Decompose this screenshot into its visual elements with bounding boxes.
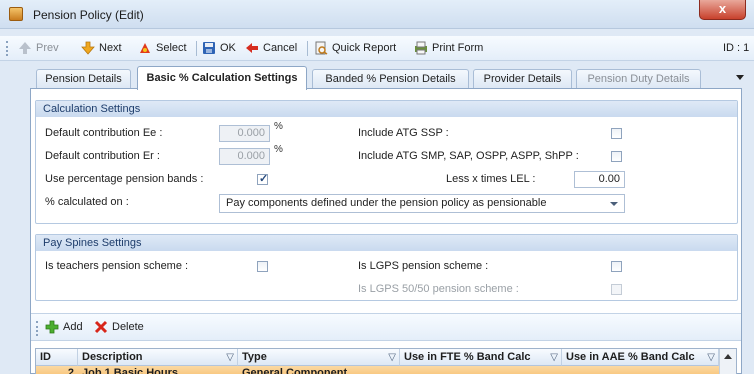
- filter-icon[interactable]: ▽: [550, 349, 558, 365]
- lel-label: Less x times LEL :: [446, 173, 536, 185]
- column-header-aae[interactable]: Use in AAE % Band Calc ▽: [562, 349, 719, 366]
- scroll-up-icon[interactable]: [724, 354, 732, 359]
- table-row[interactable]: 2 Job 1 Basic Hours General Component: [36, 366, 736, 374]
- print-form-button[interactable]: Print Form: [414, 40, 483, 57]
- er-label: Default contribution Er :: [45, 150, 160, 162]
- grid-toolbar-grip[interactable]: [36, 321, 39, 336]
- quick-report-button[interactable]: Quick Report: [314, 40, 396, 57]
- tab-pension-details[interactable]: Pension Details: [36, 69, 131, 89]
- select-button[interactable]: Select: [138, 40, 187, 57]
- up-arrow-icon: [19, 42, 31, 55]
- components-grid: ID Description ▽ Type ▽ Use in FTE % Band …: [35, 348, 737, 374]
- ok-label: OK: [220, 42, 236, 54]
- print-form-label: Print Form: [432, 42, 484, 54]
- er-percent-sign: %: [274, 144, 283, 155]
- select-label: Select: [156, 42, 187, 54]
- tab-basic-calculation-settings[interactable]: Basic % Calculation Settings: [137, 66, 307, 90]
- next-button[interactable]: Next: [81, 40, 122, 57]
- pay-spines-heading: Pay Spines Settings: [36, 235, 737, 251]
- tab-pension-duty-details[interactable]: Pension Duty Details: [576, 69, 701, 89]
- save-disk-icon: [203, 42, 215, 55]
- pay-spines-group: Pay Spines Settings Is teachers pension …: [35, 234, 738, 301]
- bands-label: Use percentage pension bands :: [45, 173, 204, 185]
- prev-label: Prev: [36, 42, 59, 54]
- calculated-on-select[interactable]: Pay components defined under the pension…: [219, 194, 625, 213]
- filter-icon[interactable]: ▽: [707, 349, 715, 365]
- report-icon: [315, 41, 328, 55]
- column-header-fte[interactable]: Use in FTE % Band Calc ▽: [400, 349, 562, 366]
- lgps-scheme-checkbox[interactable]: [611, 261, 622, 272]
- column-header-type[interactable]: Type ▽: [238, 349, 400, 366]
- atg-ssp-label: Include ATG SSP :: [358, 127, 449, 139]
- tab-banded-pension-details[interactable]: Banded % Pension Details: [312, 69, 469, 89]
- app-icon: [9, 7, 23, 21]
- er-contribution-input[interactable]: 0.000: [219, 148, 270, 165]
- ee-percent-sign: %: [274, 121, 283, 132]
- main-toolbar: Prev Next Select OK Cancel Quick Report …: [0, 36, 754, 61]
- pension-policy-window: Pension Policy (Edit) x Prev Next Select…: [0, 0, 754, 374]
- tab-strip: Pension Details Basic % Calculation Sett…: [0, 62, 754, 90]
- column-header-id-label: ID: [40, 351, 51, 363]
- calculation-settings-heading: Calculation Settings: [36, 101, 737, 117]
- delete-x-icon: [94, 321, 108, 334]
- row-description: Job 1 Basic Hours: [82, 367, 178, 374]
- row-id: 2: [67, 367, 74, 374]
- title-bar: Pension Policy (Edit) x: [0, 0, 754, 29]
- teachers-scheme-checkbox[interactable]: [257, 261, 268, 272]
- row-type: General Component: [242, 367, 348, 374]
- add-button[interactable]: Add: [45, 319, 83, 336]
- ee-contribution-input[interactable]: 0.000: [219, 125, 270, 142]
- include-atg-ssp-checkbox[interactable]: [611, 128, 622, 139]
- close-button[interactable]: x: [699, 0, 746, 20]
- toolbar-separator: [196, 41, 197, 56]
- column-header-description[interactable]: Description ▽: [78, 349, 238, 366]
- quick-report-label: Quick Report: [332, 42, 397, 54]
- lgps-5050-label: Is LGPS 50/50 pension scheme :: [358, 283, 519, 295]
- ee-label: Default contribution Ee :: [45, 127, 163, 139]
- teachers-label: Is teachers pension scheme :: [45, 260, 189, 272]
- column-header-type-label: Type: [242, 351, 267, 363]
- add-label: Add: [63, 321, 83, 333]
- grid-toolbar: Add Delete: [31, 313, 741, 341]
- calculated-on-label: % calculated on :: [45, 196, 129, 208]
- next-label: Next: [99, 42, 122, 54]
- tab-provider-details[interactable]: Provider Details: [473, 69, 572, 89]
- calculated-on-value: Pay components defined under the pension…: [226, 197, 547, 209]
- grid-scrollbar[interactable]: [719, 349, 736, 374]
- toolbar-separator: [307, 41, 308, 56]
- filter-icon[interactable]: ▽: [226, 349, 234, 365]
- ok-button[interactable]: OK: [202, 40, 236, 57]
- tab-overflow-chevron-icon[interactable]: [736, 75, 744, 80]
- cancel-button[interactable]: Cancel: [245, 40, 297, 57]
- use-percentage-bands-checkbox[interactable]: [257, 172, 268, 185]
- delete-button[interactable]: Delete: [94, 319, 144, 336]
- tab-page: Calculation Settings Default contributio…: [30, 88, 742, 374]
- window-title: Pension Policy (Edit): [33, 8, 144, 22]
- atg-smp-label: Include ATG SMP, SAP, OSPP, ASPP, ShPP :: [358, 150, 579, 162]
- back-arrow-icon: [246, 43, 258, 54]
- prev-button[interactable]: Prev: [18, 40, 59, 57]
- lgps-label: Is LGPS pension scheme :: [358, 260, 489, 272]
- delete-label: Delete: [112, 321, 144, 333]
- column-header-aae-label: Use in AAE % Band Calc: [566, 351, 695, 363]
- lgps-5050-checkbox[interactable]: [611, 284, 622, 295]
- printer-icon: [415, 41, 427, 55]
- column-header-fte-label: Use in FTE % Band Calc: [404, 351, 531, 363]
- filter-icon[interactable]: ▽: [388, 349, 396, 365]
- add-plus-icon: [45, 320, 59, 334]
- chevron-down-icon: [610, 202, 618, 206]
- column-header-id[interactable]: ID: [36, 349, 78, 366]
- record-id: ID : 1: [723, 42, 750, 54]
- down-arrow-icon: [81, 41, 95, 55]
- cancel-label: Cancel: [263, 42, 298, 54]
- column-header-description-label: Description: [82, 351, 143, 363]
- select-pointer-icon: [140, 43, 150, 54]
- include-atg-smp-checkbox[interactable]: [611, 151, 622, 162]
- calculation-settings-group: Calculation Settings Default contributio…: [35, 100, 738, 224]
- less-lel-input[interactable]: 0.00: [574, 171, 625, 188]
- toolbar-grip[interactable]: [6, 41, 9, 56]
